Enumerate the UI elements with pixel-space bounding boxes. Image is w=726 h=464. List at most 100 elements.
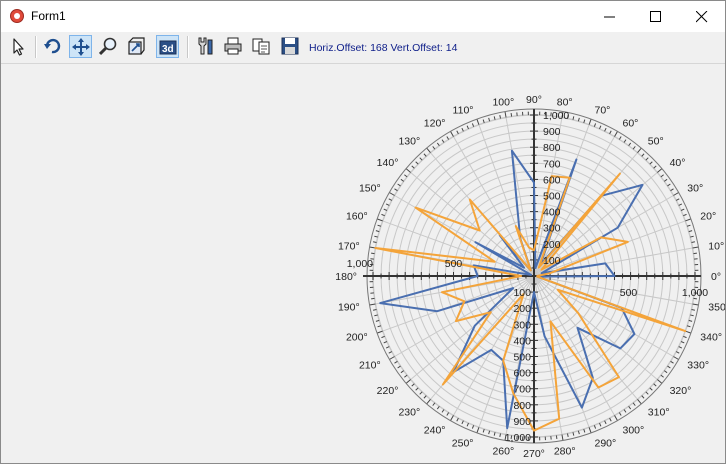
rim-tick: [604, 420, 607, 425]
rim-tick: [680, 341, 685, 344]
angle-label: 230°: [398, 407, 420, 419]
rim-tick: [377, 224, 382, 227]
rim-tick: [404, 374, 408, 378]
rim-tick: [675, 351, 680, 354]
radial-tick-label: 400: [513, 335, 531, 347]
editor-button[interactable]: [194, 35, 217, 58]
angle-label: 10°: [708, 240, 724, 252]
polar-chart[interactable]: 100 100 200 200 300 300 400 400 500 500 600 600 700 7…: [1, 64, 725, 463]
print-icon: [224, 37, 242, 55]
pointer-tool-button[interactable]: [7, 35, 30, 58]
rim-tick: [593, 123, 597, 127]
rim-tick: [678, 346, 683, 349]
maximize-icon: [650, 11, 661, 22]
radial-tick-label: 800: [543, 142, 561, 154]
rim-tick: [588, 118, 592, 125]
radial-tick-label: 400: [543, 207, 561, 219]
rim-tick: [692, 303, 699, 306]
angle-label: 150°: [359, 183, 381, 195]
rim-tick: [381, 213, 385, 217]
rim-tick: [411, 383, 415, 387]
save-button[interactable]: [279, 35, 302, 58]
rim-tick: [649, 161, 653, 165]
rim-tick: [456, 130, 459, 135]
rim-tick: [614, 415, 618, 421]
3d-toggle-button[interactable]: 3d: [156, 35, 179, 58]
rim-tick: [397, 183, 401, 187]
rim-tick: [604, 127, 607, 132]
toolbar-separator: [187, 36, 189, 58]
radial-tick-label: 100: [543, 255, 561, 267]
axis-value-label: 500: [445, 258, 463, 270]
close-button[interactable]: [679, 1, 725, 32]
depth-icon: [128, 37, 145, 55]
rim-tick: [389, 356, 395, 360]
angle-label: 250°: [452, 437, 474, 449]
rim-tick: [376, 330, 383, 334]
radial-tick-label: 600: [513, 368, 531, 380]
copy-button[interactable]: [250, 35, 273, 58]
radial-tick-label: 200: [543, 239, 561, 251]
rim-tick: [686, 224, 691, 227]
rim-tick: [657, 168, 663, 173]
rim-tick: [609, 130, 612, 135]
rim-tick: [432, 402, 436, 406]
rim-tick: [456, 417, 459, 422]
angle-label: 240°: [424, 424, 446, 436]
rim-tick: [404, 174, 408, 178]
rim-tick: [394, 188, 398, 192]
rim-tick: [385, 203, 390, 206]
rim-tick: [618, 136, 622, 140]
axis-value-label: 1,000: [347, 258, 373, 270]
move-tool-button[interactable]: [69, 35, 92, 58]
rim-tick: [383, 208, 388, 211]
toolbar: 3d Horiz.Offset: 168 Vert.Offset: 14: [1, 32, 725, 64]
title-bar[interactable]: Form1: [1, 1, 725, 32]
angle-label: 130°: [398, 135, 420, 147]
rim-tick: [389, 192, 395, 196]
angle-label: 270°: [523, 448, 545, 460]
radial-tick-label: 1,000: [543, 110, 569, 122]
rotate-tool-button[interactable]: [41, 35, 64, 58]
rim-tick: [372, 241, 377, 244]
rim-tick: [482, 119, 485, 124]
rim-tick: [561, 434, 564, 441]
angle-label: 100°: [492, 97, 514, 109]
rim-tick: [482, 428, 485, 433]
rim-tick: [685, 218, 692, 222]
rim-tick: [385, 346, 390, 349]
rim-tick: [675, 198, 680, 201]
rim-tick: [504, 111, 507, 118]
rim-tick: [450, 131, 454, 137]
angle-label: 40°: [670, 157, 686, 169]
rim-tick: [476, 427, 480, 434]
rim-tick: [441, 139, 445, 143]
rim-tick: [376, 218, 383, 222]
chart-panel[interactable]: 100 100 200 200 300 300 400 400 500 500 600 600 700 7…: [1, 64, 725, 463]
depth-tool-button[interactable]: [125, 35, 148, 58]
3d-icon: 3d: [159, 40, 177, 55]
rim-tick: [423, 153, 427, 157]
axis-value-label: 1,000: [682, 287, 708, 299]
angle-label: 200°: [346, 332, 368, 344]
radial-tick-label: 600: [543, 174, 561, 186]
angle-label: 0°: [711, 271, 721, 283]
radial-tick-label: 500: [543, 191, 561, 203]
minimize-button[interactable]: [587, 1, 633, 32]
app-icon[interactable]: [10, 9, 24, 23]
save-icon: [281, 37, 299, 55]
angle-label: 210°: [359, 360, 381, 372]
maximize-button[interactable]: [633, 1, 679, 32]
zoom-tool-button[interactable]: [97, 35, 120, 58]
radial-tick-label: 300: [513, 319, 531, 331]
rim-tick: [623, 409, 627, 413]
angle-label: 330°: [687, 360, 709, 372]
rim-tick: [405, 168, 411, 173]
angle-label: 260°: [492, 445, 514, 457]
rim-tick: [599, 125, 602, 130]
rim-tick: [419, 157, 423, 161]
print-button[interactable]: [222, 35, 245, 58]
rim-tick: [667, 183, 671, 187]
pointer-icon: [13, 38, 24, 56]
rim-tick: [441, 409, 445, 413]
